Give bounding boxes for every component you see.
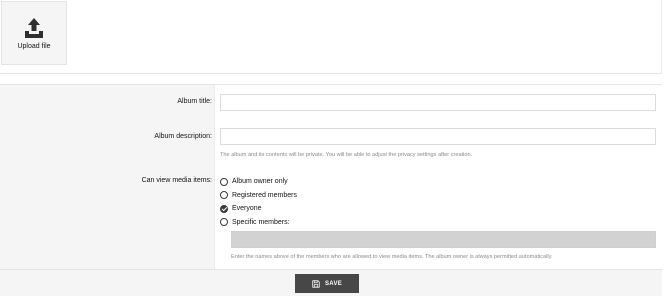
specific-members-hint: Enter the names above of the members who… <box>231 254 553 260</box>
radio-button-checked[interactable] <box>220 204 228 213</box>
upload-icon <box>25 18 43 38</box>
album-title-input[interactable] <box>220 94 656 111</box>
radio-button[interactable] <box>220 191 228 200</box>
radio-label: Album owner only <box>232 178 288 186</box>
radio-label: Everyone <box>232 205 262 213</box>
view-media-radio-group: Album owner only Registered members Ever… <box>220 175 297 229</box>
radio-option-registered-members[interactable]: Registered members <box>220 189 297 203</box>
radio-option-specific-members[interactable]: Specific members: <box>220 216 297 230</box>
radio-button[interactable] <box>220 218 228 227</box>
save-button[interactable]: SAVE <box>295 274 359 293</box>
specific-members-input[interactable] <box>231 231 656 248</box>
album-form: Album title: Album description: The albu… <box>0 84 662 269</box>
form-footer: SAVE <box>0 269 662 296</box>
album-description-input[interactable] <box>220 128 656 145</box>
radio-label: Specific members: <box>232 218 290 226</box>
radio-option-everyone[interactable]: Everyone <box>220 202 297 216</box>
upload-file-label: Upload file <box>17 43 51 50</box>
radio-label: Registered members <box>232 191 297 199</box>
album-description-label: Album description: <box>154 133 212 140</box>
radio-button[interactable] <box>220 177 228 186</box>
save-icon <box>312 279 320 288</box>
album-title-label: Album title: <box>177 98 212 105</box>
upload-area: Upload file <box>0 0 662 74</box>
radio-option-owner-only[interactable]: Album owner only <box>220 175 297 189</box>
album-description-hint: The album and its contents will be priva… <box>220 152 473 158</box>
upload-file-button[interactable]: Upload file <box>1 1 67 65</box>
view-media-label: Can view media items: <box>141 177 212 184</box>
save-button-label: SAVE <box>324 280 343 287</box>
